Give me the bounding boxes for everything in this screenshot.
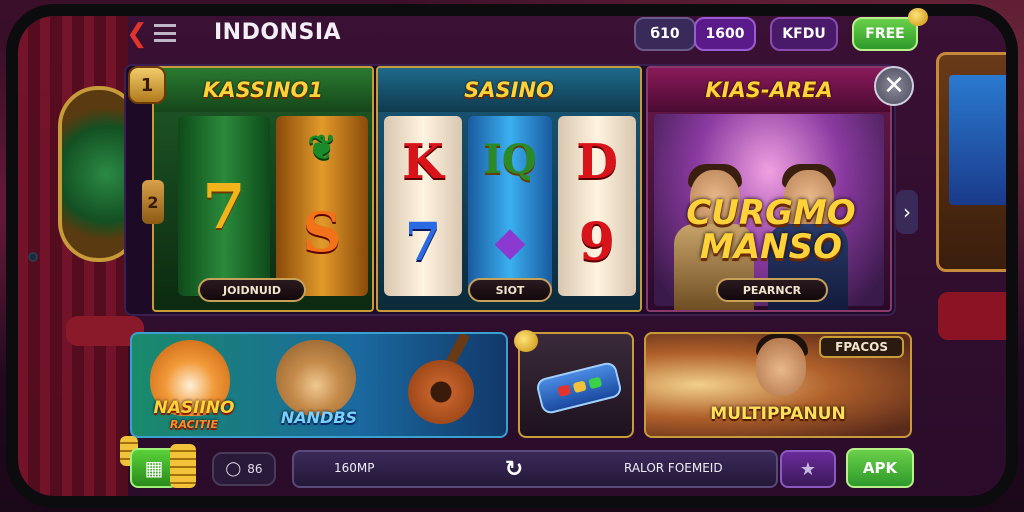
slot-reel: IQ ◆ (468, 116, 552, 296)
s-symbol: S (302, 200, 342, 264)
chip-tray-icon (534, 360, 624, 416)
chip-icon (572, 380, 587, 394)
free-button[interactable]: FREE (852, 17, 918, 51)
slot-reel: 7 (178, 116, 270, 296)
nine-symbol: 9 (578, 212, 616, 273)
chip-icon (557, 384, 572, 397)
bear-mascot-icon (276, 340, 356, 416)
gem-icon: ◆ (494, 218, 526, 265)
promo-logo: NANDBS (280, 408, 358, 427)
promo-title: MULTIPPANUN (710, 404, 846, 424)
promo-logo-subtext: RACITIE (170, 418, 218, 431)
play-button[interactable]: SIOT (468, 278, 552, 302)
bonus-pill[interactable]: KFDU (770, 17, 838, 51)
slot-reel: ❦ S (276, 116, 368, 296)
promo-logo-text: NASIINO (153, 398, 235, 418)
promo-tag: FPACOS (819, 336, 904, 358)
coins-pill[interactable]: 1600 (694, 17, 756, 51)
app-title: INDONSIA (214, 20, 342, 45)
play-button[interactable]: PEARNCR (716, 278, 828, 302)
bottom-search-bar[interactable]: 160MP ↻ RALOR FOEMEID (292, 450, 778, 488)
promo-logo: NASIINO RACITIE (134, 398, 254, 431)
chevron-right-icon[interactable]: › (896, 190, 918, 234)
arcade-screen-decor (949, 75, 1006, 205)
play-button[interactable]: JOIDNUID (198, 278, 306, 302)
promo-card-chips[interactable] (518, 332, 634, 438)
slot-reel: K 7 (384, 116, 462, 296)
balance-display[interactable]: ◯ 86 (212, 452, 276, 486)
balance-value: 86 (247, 462, 263, 476)
star-icon[interactable]: ★ (780, 450, 836, 488)
back-arrow-icon[interactable]: ❮ (126, 21, 148, 47)
spin-icon[interactable]: ↻ (500, 455, 528, 483)
search-right-label: RALOR FOEMEID (624, 461, 723, 475)
game-card-kias-area[interactable]: KIAS-AREA CURGMO MANSO PEARNCR (646, 66, 892, 312)
balance-pill[interactable]: б10 (634, 17, 696, 51)
promo-card-multiplayer[interactable]: FPACOS MULTIPPANUN (644, 332, 912, 438)
camera-icon (28, 252, 38, 262)
singer-character-icon (756, 338, 806, 396)
promo-card-mascots[interactable]: NASIINO RACITIE NANDBS (130, 332, 508, 438)
guitar-icon (408, 360, 474, 424)
search-left-label: 160MP (334, 461, 375, 475)
bar-stool-decor (938, 292, 1006, 340)
apk-download-button[interactable]: APK (846, 448, 914, 488)
k-symbol: K (402, 134, 444, 190)
leaf-icon: ❦ (307, 128, 337, 168)
iq-symbol: IQ (483, 136, 537, 183)
game-card-sasino[interactable]: SASINO K 7 IQ ◆ D 9 SIOT (376, 66, 642, 312)
top-bar: ❮ INDONSIA б10 1600 KFDU FREE (110, 8, 930, 58)
coin-stack-icon (170, 444, 196, 488)
arcade-machine-decor (936, 52, 1006, 272)
seven-symbol: 7 (404, 212, 442, 273)
d-symbol: D (576, 134, 618, 190)
game-title: KASSINO1 (154, 68, 372, 112)
coin-icon: ◯ (225, 461, 242, 477)
slot-reel: D 9 (558, 116, 636, 296)
seven-symbol: 7 (202, 170, 246, 243)
corner-number-badge: 1 (128, 66, 166, 104)
game-title: SASINO (378, 68, 640, 112)
coin-icon (908, 8, 928, 26)
side-number-badge: 2 (142, 180, 164, 224)
menu-icon[interactable] (154, 24, 176, 42)
game-hero-title: CURGMO MANSO (686, 193, 856, 267)
chip-icon (588, 376, 603, 390)
coin-icon (514, 330, 538, 352)
game-card-kassino[interactable]: KASSINO1 7 ❦ S JOIDNUID (152, 66, 374, 312)
game-title: KIAS-AREA (648, 68, 890, 112)
close-icon[interactable]: ✕ (874, 66, 914, 106)
